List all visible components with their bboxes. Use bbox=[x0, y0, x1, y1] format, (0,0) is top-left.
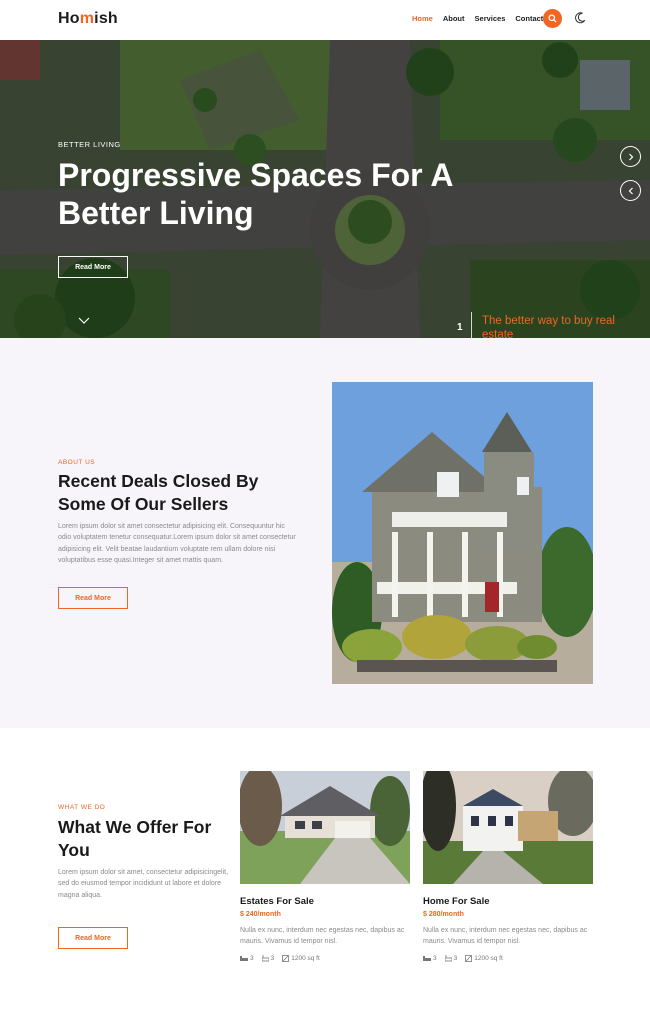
slide-divider bbox=[471, 312, 472, 338]
property-card[interactable]: Estates For Sale $ 240/month Nulla ex nu… bbox=[240, 771, 410, 962]
beds-count: 3 bbox=[250, 955, 254, 962]
about-eyebrow: ABOUT US bbox=[58, 459, 96, 466]
property-title[interactable]: Estates For Sale bbox=[240, 896, 410, 907]
property-meta: 3 3 1200 sq ft bbox=[423, 955, 593, 962]
hero-title: Progressive Spaces For A Better Living bbox=[58, 157, 453, 231]
site-header: Homish Home About Services Contact bbox=[0, 0, 650, 40]
about-read-more-button[interactable]: Read More bbox=[58, 587, 128, 609]
property-title[interactable]: Home For Sale bbox=[423, 896, 593, 907]
area-icon bbox=[282, 955, 290, 962]
about-text: Lorem ipsum dolor sit amet consectetur a… bbox=[58, 523, 296, 564]
property-description: Nulla ex nunc, interdum nec egestas nec,… bbox=[240, 927, 405, 945]
about-house-image bbox=[332, 382, 593, 684]
baths-count: 3 bbox=[270, 955, 275, 962]
nav-item-services[interactable]: Services bbox=[475, 14, 506, 23]
chevron-down-icon[interactable] bbox=[78, 316, 90, 326]
nav-item-home[interactable]: Home bbox=[412, 14, 433, 23]
property-image[interactable] bbox=[240, 771, 410, 884]
property-description: Nulla ex nunc, interdum nec egestas nec,… bbox=[423, 927, 588, 945]
area-size: 1200 sq ft bbox=[474, 955, 503, 962]
hero-read-more-button[interactable]: Read More bbox=[58, 256, 128, 278]
site-logo[interactable]: Homish bbox=[58, 10, 118, 28]
property-image[interactable] bbox=[423, 771, 593, 884]
search-button[interactable] bbox=[543, 9, 562, 28]
about-section: ABOUT US Recent Deals Closed By Some Of … bbox=[0, 338, 650, 728]
nav-item-contact[interactable]: Contact bbox=[515, 14, 543, 23]
main-nav: Home About Services Contact bbox=[412, 14, 543, 23]
baths-count: 3 bbox=[453, 955, 458, 962]
property-price: $ 240/month bbox=[240, 911, 281, 918]
search-icon bbox=[548, 14, 557, 23]
chevron-right-icon bbox=[628, 153, 633, 160]
moon-icon[interactable] bbox=[573, 11, 587, 25]
bath-icon bbox=[444, 955, 452, 962]
area-size: 1200 sq ft bbox=[291, 955, 320, 962]
offer-title: What We Offer For You bbox=[58, 817, 212, 860]
offer-text: Lorem ipsum dolor sit amet, consectetur … bbox=[58, 869, 229, 899]
bath-icon bbox=[261, 955, 269, 962]
beds-count: 3 bbox=[433, 955, 437, 962]
offer-read-more-button[interactable]: Read More bbox=[58, 927, 128, 949]
offer-section: WHAT WE DO What We Offer For You Lorem i… bbox=[0, 728, 650, 1014]
hero-prev-button[interactable] bbox=[620, 180, 641, 201]
nav-item-about[interactable]: About bbox=[443, 14, 465, 23]
bed-icon bbox=[240, 955, 248, 961]
area-icon bbox=[465, 955, 473, 962]
property-price: $ 280/month bbox=[423, 911, 464, 918]
hero-next-button[interactable] bbox=[620, 146, 641, 167]
slide-caption: The better way to buy real estate bbox=[482, 315, 615, 338]
bed-icon bbox=[423, 955, 431, 961]
property-card[interactable]: Home For Sale $ 280/month Nulla ex nunc,… bbox=[423, 771, 593, 962]
hero-section: BETTER LIVING Progressive Spaces For A B… bbox=[0, 40, 650, 338]
about-title: Recent Deals Closed By Some Of Our Selle… bbox=[58, 471, 259, 514]
hero-eyebrow: BETTER LIVING bbox=[58, 140, 121, 149]
offer-eyebrow: WHAT WE DO bbox=[58, 804, 106, 811]
slide-number: 1 bbox=[457, 322, 463, 333]
chevron-left-icon bbox=[628, 187, 633, 194]
property-meta: 3 3 1200 sq ft bbox=[240, 955, 410, 962]
